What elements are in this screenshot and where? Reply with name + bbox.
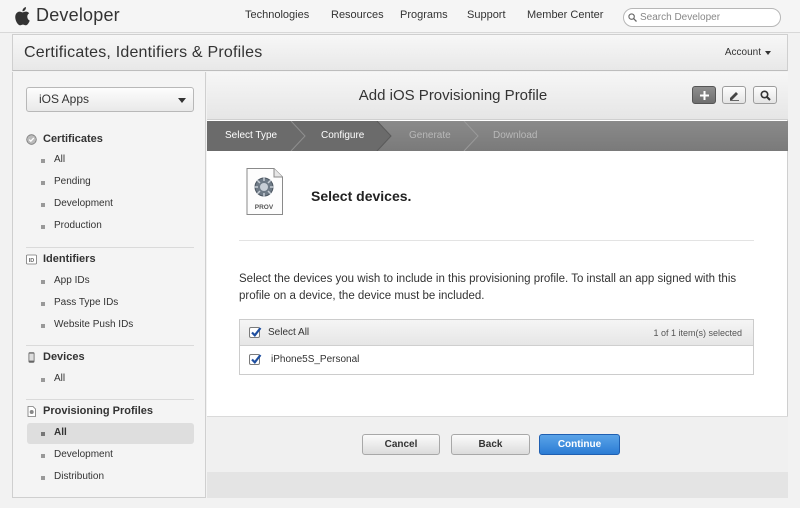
edit-button[interactable] [722, 86, 746, 104]
sidebar: iOS Apps Certificates All Pending Develo… [12, 72, 206, 498]
divider [26, 247, 194, 248]
nav-link-support[interactable]: Support [467, 9, 506, 21]
main-header: Add iOS Provisioning Profile [207, 72, 788, 120]
platform-select[interactable]: iOS Apps [26, 87, 194, 112]
svg-text:ID: ID [29, 258, 35, 264]
sidebar-item-profiles-development[interactable]: Development [27, 445, 194, 466]
nav-link-resources[interactable]: Resources [331, 9, 384, 21]
sidebar-item-app-ids[interactable]: App IDs [27, 271, 194, 292]
step-download: Download [493, 130, 538, 141]
table-row[interactable]: iPhone5S_Personal [240, 347, 753, 374]
device-checkbox[interactable] [249, 354, 262, 365]
pencil-icon [730, 92, 739, 101]
sidebar-item-certificates-all[interactable]: All [27, 150, 194, 171]
continue-button[interactable]: Continue [539, 434, 620, 455]
main-title: Add iOS Provisioning Profile [358, 87, 548, 104]
section-certificates-title: Certificates [43, 133, 103, 145]
sidebar-item-certificates-pending[interactable]: Pending [27, 172, 194, 193]
sidebar-item-profiles-all[interactable]: All [27, 423, 194, 444]
search-input[interactable]: Search Developer [623, 8, 781, 27]
profile-document-icon [27, 406, 36, 417]
form-footer: Cancel Back Continue [207, 416, 788, 472]
sidebar-item-certificates-production[interactable]: Production [27, 216, 194, 237]
section-devices-title: Devices [43, 351, 85, 363]
sidebar-item-devices-all[interactable]: All [27, 369, 194, 390]
chevron-down-icon [765, 51, 771, 55]
search-button[interactable] [753, 86, 777, 104]
section-heading: Select devices. [311, 188, 412, 204]
magnifier-icon [760, 90, 771, 101]
checkmark-icon [251, 327, 262, 337]
wizard-steps: Select Type Configure Generate Download [207, 121, 788, 151]
devices-table: Select All 1 of 1 item(s) selected iPhon… [239, 319, 754, 375]
brand-text: Developer [36, 5, 120, 25]
sidebar-item-profiles-distribution[interactable]: Distribution [27, 467, 194, 488]
certificate-badge-icon [26, 134, 37, 145]
iphone-device-icon [28, 352, 35, 363]
add-button[interactable] [692, 86, 716, 104]
step-generate: Generate [409, 130, 451, 141]
nav-link-technologies[interactable]: Technologies [245, 9, 309, 21]
sidebar-item-pass-type-ids[interactable]: Pass Type IDs [27, 293, 194, 314]
chevron-down-icon [178, 98, 186, 103]
developer-logo[interactable]: Developer [14, 5, 120, 26]
main-panel: Add iOS Provisioning Profile Select Type… [207, 72, 788, 498]
select-all-label: Select All [268, 327, 310, 338]
platform-select-value: iOS Apps [39, 92, 90, 106]
instructions-text: Select the devices you wish to include i… [239, 273, 737, 302]
selection-count: 1 of 1 item(s) selected [653, 328, 742, 338]
device-name: iPhone5S_Personal [271, 354, 360, 365]
divider [26, 399, 194, 400]
sidebar-item-website-push-ids[interactable]: Website Push IDs [27, 315, 194, 336]
checkmark-icon [251, 354, 262, 364]
plus-icon [700, 91, 709, 100]
select-all-checkbox[interactable] [249, 327, 262, 338]
back-button[interactable]: Back [451, 434, 530, 455]
page-title: Certificates, Identifiers & Profiles [24, 44, 263, 61]
step-select-type: Select Type [225, 130, 278, 141]
main-bottom-strip [207, 472, 788, 498]
account-label: Account [724, 47, 761, 58]
nav-link-programs[interactable]: Programs [400, 9, 448, 21]
section-identifiers-title: Identifiers [43, 253, 96, 265]
cancel-button[interactable]: Cancel [362, 434, 440, 455]
search-icon [628, 13, 637, 22]
divider [26, 345, 194, 346]
section-profiles-title: Provisioning Profiles [43, 405, 154, 417]
provisioning-profile-icon: PROV [246, 168, 283, 215]
page-title-bar: Certificates, Identifiers & Profiles Acc… [12, 34, 788, 71]
top-nav: Developer Technologies Resources Program… [0, 0, 800, 33]
sidebar-item-certificates-development[interactable]: Development [27, 194, 194, 215]
step-configure: Configure [321, 130, 365, 141]
nav-link-member-center[interactable]: Member Center [527, 9, 603, 21]
search-placeholder: Search Developer [640, 12, 721, 23]
divider [239, 240, 754, 241]
account-menu[interactable]: Account [724, 47, 771, 58]
table-header: Select All 1 of 1 item(s) selected [240, 320, 753, 346]
id-badge-icon: ID [26, 254, 37, 265]
apple-logo-icon [15, 6, 30, 25]
svg-text:PROV: PROV [255, 204, 274, 211]
